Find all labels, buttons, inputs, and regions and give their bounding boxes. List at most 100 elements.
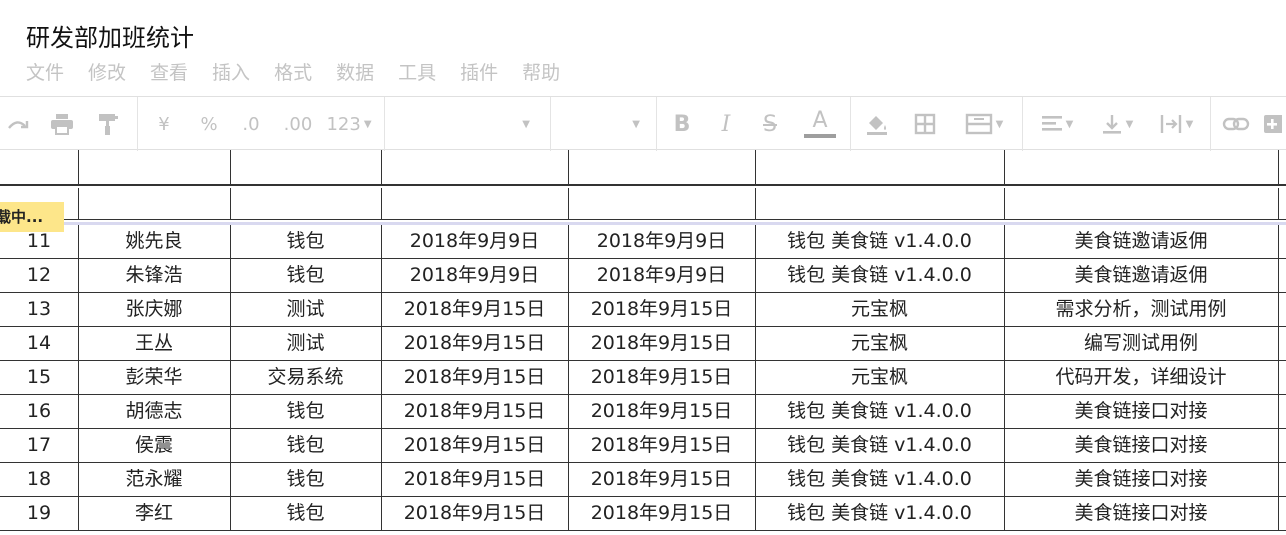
cell-start-date[interactable]: 2018年9月9日	[381, 259, 568, 293]
column-divider	[568, 150, 569, 186]
cell-name[interactable]: 张庆娜	[78, 293, 230, 327]
menu-data[interactable]: 数据	[336, 60, 374, 86]
bold-button[interactable]: B	[668, 97, 696, 151]
cell-project[interactable]: 钱包 美食链 v1.4.0.0	[755, 429, 1004, 463]
cell-start-date[interactable]: 2018年9月15日	[381, 293, 568, 327]
cell-name[interactable]: 李红	[78, 497, 230, 531]
cell-task[interactable]: 美食链接口对接	[1004, 497, 1278, 531]
cell-start-date[interactable]: 2018年9月15日	[381, 327, 568, 361]
cell-task[interactable]: 需求分析，测试用例	[1004, 293, 1278, 327]
cell-row-number[interactable]: 16	[0, 395, 78, 429]
cell-department[interactable]: 钱包	[230, 497, 381, 531]
column-divider	[78, 429, 79, 463]
menu-tools[interactable]: 工具	[398, 60, 436, 86]
font-family-dropdown[interactable]: ▼	[386, 97, 550, 151]
cell-department[interactable]: 交易系统	[230, 361, 381, 395]
cell-end-date[interactable]: 2018年9月15日	[568, 429, 755, 463]
percent-format-button[interactable]: %	[195, 97, 223, 151]
cell-end-date[interactable]: 2018年9月15日	[568, 395, 755, 429]
cell-name[interactable]: 王丛	[78, 327, 230, 361]
cell-department[interactable]: 测试	[230, 327, 381, 361]
cell-name[interactable]: 范永耀	[78, 463, 230, 497]
print-icon[interactable]	[46, 97, 78, 151]
cell-row-number[interactable]: 17	[0, 429, 78, 463]
horizontal-align-icon[interactable]: ▼	[1032, 97, 1082, 151]
cell-end-date[interactable]: 2018年9月15日	[568, 463, 755, 497]
cell-project[interactable]: 元宝枫	[755, 293, 1004, 327]
cell-project[interactable]: 元宝枫	[755, 361, 1004, 395]
decrease-decimal-button[interactable]: .0	[236, 97, 266, 151]
cell-end-date[interactable]: 2018年9月15日	[568, 361, 755, 395]
cell-task[interactable]: 美食链接口对接	[1004, 395, 1278, 429]
cell-task[interactable]: 美食链接口对接	[1004, 463, 1278, 497]
menu-insert[interactable]: 插入	[212, 60, 250, 86]
font-size-dropdown[interactable]: ▼	[552, 97, 656, 151]
redo-icon[interactable]	[4, 97, 34, 151]
cell-task[interactable]: 代码开发，详细设计	[1004, 361, 1278, 395]
cell-name[interactable]: 彭荣华	[78, 361, 230, 395]
cell-start-date[interactable]: 2018年9月15日	[381, 361, 568, 395]
cell-name[interactable]: 姚先良	[78, 225, 230, 259]
cell-start-date[interactable]: 2018年9月15日	[381, 463, 568, 497]
spreadsheet-grid[interactable]: 载中... 11 姚先良 钱包 2018年9月9日 2018年9月9日 钱包 美食链 v1…	[0, 150, 1286, 535]
cell-start-date[interactable]: 2018年9月9日	[381, 225, 568, 259]
cell-name[interactable]: 侯震	[78, 429, 230, 463]
cell-project[interactable]: 钱包 美食链 v1.4.0.0	[755, 497, 1004, 531]
cell-end-date[interactable]: 2018年9月9日	[568, 259, 755, 293]
cell-end-date[interactable]: 2018年9月15日	[568, 497, 755, 531]
cell-start-date[interactable]: 2018年9月15日	[381, 395, 568, 429]
cell-row-number[interactable]: 13	[0, 293, 78, 327]
borders-icon[interactable]	[908, 97, 942, 151]
cell-row-number[interactable]: 18	[0, 463, 78, 497]
strikethrough-button[interactable]: S	[756, 97, 784, 151]
cell-row-number[interactable]: 19	[0, 497, 78, 531]
menu-addons[interactable]: 插件	[460, 60, 498, 86]
text-wrap-icon[interactable]: ▼	[1150, 97, 1202, 151]
menu-file[interactable]: 文件	[26, 60, 64, 86]
cell-start-date[interactable]: 2018年9月15日	[381, 429, 568, 463]
currency-format-button[interactable]: ¥	[150, 97, 178, 151]
menu-edit[interactable]: 修改	[88, 60, 126, 86]
cell-row-number[interactable]: 12	[0, 259, 78, 293]
cell-task[interactable]: 美食链接口对接	[1004, 429, 1278, 463]
cell-end-date[interactable]: 2018年9月9日	[568, 225, 755, 259]
cell-row-number[interactable]: 14	[0, 327, 78, 361]
menu-help[interactable]: 帮助	[522, 60, 560, 86]
cell-name[interactable]: 朱锋浩	[78, 259, 230, 293]
fill-color-icon[interactable]	[860, 97, 894, 151]
cell-department[interactable]: 钱包	[230, 463, 381, 497]
paint-format-icon[interactable]	[92, 97, 124, 151]
cell-project[interactable]: 钱包 美食链 v1.4.0.0	[755, 225, 1004, 259]
cell-task[interactable]: 编写测试用例	[1004, 327, 1278, 361]
column-divider	[1278, 463, 1279, 497]
link-icon[interactable]	[1218, 97, 1254, 151]
number-format-dropdown[interactable]: 123 ▼	[324, 97, 374, 151]
insert-comment-icon[interactable]	[1262, 97, 1286, 151]
menu-format[interactable]: 格式	[274, 60, 312, 86]
italic-button[interactable]: I	[712, 97, 740, 151]
cell-department[interactable]: 钱包	[230, 259, 381, 293]
menu-view[interactable]: 查看	[150, 60, 188, 86]
cell-end-date[interactable]: 2018年9月15日	[568, 293, 755, 327]
merge-cells-icon[interactable]: ▼	[954, 97, 1014, 151]
vertical-align-icon[interactable]: ▼	[1092, 97, 1142, 151]
cell-project[interactable]: 元宝枫	[755, 327, 1004, 361]
cell-department[interactable]: 测试	[230, 293, 381, 327]
column-divider	[1278, 293, 1279, 327]
cell-task[interactable]: 美食链邀请返佣	[1004, 259, 1278, 293]
cell-department[interactable]: 钱包	[230, 225, 381, 259]
cell-department[interactable]: 钱包	[230, 429, 381, 463]
cell-row-number[interactable]: 15	[0, 361, 78, 395]
cell-name[interactable]: 胡德志	[78, 395, 230, 429]
blank-row[interactable]	[0, 188, 1286, 220]
increase-decimal-button[interactable]: .00	[280, 97, 316, 151]
cell-department[interactable]: 钱包	[230, 395, 381, 429]
text-color-button[interactable]: A	[800, 97, 840, 151]
cell-task[interactable]: 美食链邀请返佣	[1004, 225, 1278, 259]
cell-project[interactable]: 钱包 美食链 v1.4.0.0	[755, 395, 1004, 429]
cell-project[interactable]: 钱包 美食链 v1.4.0.0	[755, 463, 1004, 497]
cell-start-date[interactable]: 2018年9月15日	[381, 497, 568, 531]
document-title[interactable]: 研发部加班统计	[26, 18, 194, 53]
cell-end-date[interactable]: 2018年9月15日	[568, 327, 755, 361]
cell-project[interactable]: 钱包 美食链 v1.4.0.0	[755, 259, 1004, 293]
